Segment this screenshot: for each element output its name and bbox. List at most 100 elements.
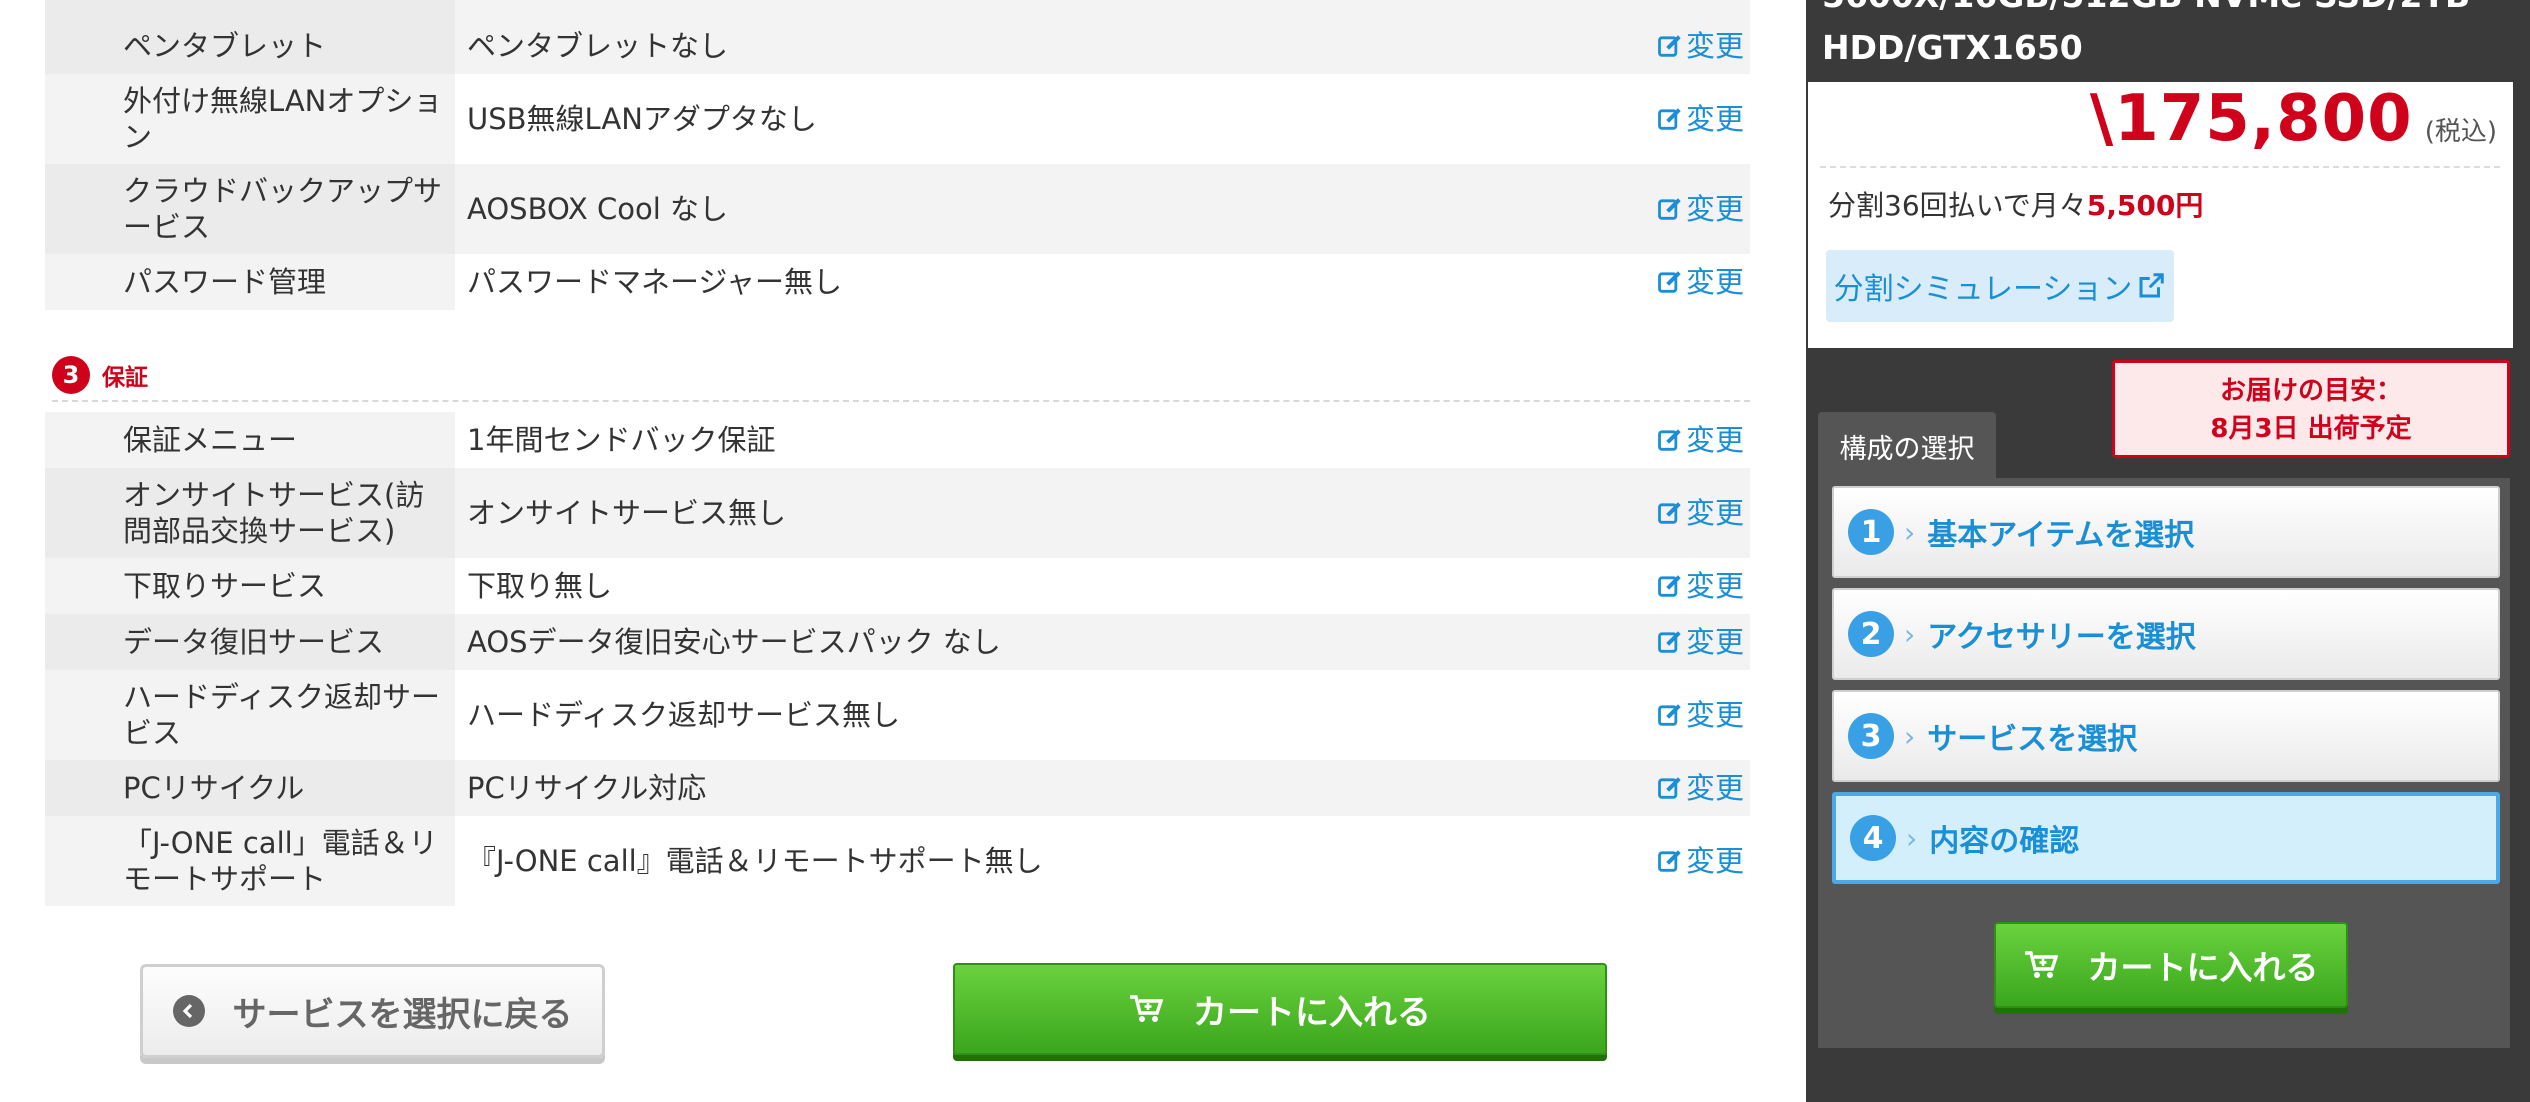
section-number-badge: 3 [52,356,90,394]
installment-simulation-button[interactable]: 分割シミュレーション [1826,250,2174,322]
chevron-right-icon: › [1904,719,1916,753]
edit-icon [1658,198,1681,220]
step-services[interactable]: 3 › サービスを選択 [1832,690,2500,782]
edit-link[interactable]: 変更 [1650,164,1750,254]
table-row: パスワード管理 パスワードマネージャー無し 変更 [45,254,1750,310]
edit-link[interactable]: 変更 [1650,670,1750,760]
configuration-summary: ペンタブレット ペンタブレットなし 変更 外付け無線LANオプション USB無線… [0,0,1800,1102]
row-value: USB無線LANアダプタなし [467,102,817,136]
section-title: 保証 [102,365,148,391]
table-row-partial [45,0,1750,18]
table-row: 下取りサービス 下取り無し 変更 [45,558,1750,614]
chevron-right-icon: › [1904,515,1916,549]
row-value: 下取り無し [467,569,613,603]
cart-icon [1130,995,1163,1022]
step-number: 3 [1848,713,1894,759]
sidebar-footer [1806,1048,2530,1102]
installment-amount: 5,500円 [2086,189,2204,222]
row-label: 下取りサービス [45,558,455,614]
delivery-label: お届けの目安： [2219,376,2402,406]
sidebar-add-to-cart-button[interactable]: カートに入れる [1994,922,2348,1008]
software-table: ペンタブレット ペンタブレットなし 変更 外付け無線LANオプション USB無線… [45,0,1750,310]
row-value: ペンタブレットなし [455,18,1650,74]
table-row: ペンタブレット ペンタブレットなし 変更 [45,18,1750,74]
row-label: 外付け無線LANオプション [45,74,455,164]
steps-panel: 1 › 基本アイテムを選択 2 › アクセサリーを選択 3 › サービスを選択 … [1818,478,2510,1048]
step-number: 2 [1848,611,1894,657]
row-label: データ復旧サービス [45,614,455,670]
step-number: 1 [1848,509,1894,555]
row-label: ペンタブレット [45,18,455,74]
edit-link[interactable]: 変更 [1650,412,1750,468]
tax-note: (税込) [2424,117,2497,147]
edit-icon [1658,108,1681,130]
edit-link[interactable]: 変更 [1650,74,1750,164]
chevron-right-icon: › [1906,821,1918,855]
table-row: PCリサイクル PCリサイクル対応 変更 [45,760,1750,816]
step-basic-items[interactable]: 1 › 基本アイテムを選択 [1832,486,2500,578]
edit-link[interactable]: 変更 [1650,614,1750,670]
row-label: オンサイトサービス(訪問部品交換サービス) [45,468,455,558]
step-label: アクセサリーを選択 [1927,620,2196,655]
row-value: オンサイトサービス無し [455,468,1650,558]
table-row: 外付け無線LANオプション USB無線LANアダプタなし 変更 [45,74,1750,164]
edit-link[interactable]: 変更 [1650,558,1750,614]
row-label: 「J-ONE call」電話＆リモートサポート [45,816,455,906]
row-label: PCリサイクル [45,760,455,816]
edit-icon [1658,271,1681,293]
price-divider [1820,166,2500,168]
warranty-table: 保証メニュー 1年間センドバック保証 変更 オンサイトサービス(訪問部品交換サー… [45,412,1750,906]
table-row: クラウドバックアップサービス AOSBOX Cool なし 変更 [45,164,1750,254]
edit-icon [1658,777,1681,799]
step-confirm[interactable]: 4 › 内容の確認 [1832,792,2500,884]
delivery-date: 8月3日 出荷予定 [2210,414,2412,444]
edit-link[interactable]: 変更 [1650,254,1750,310]
edit-icon [1658,429,1681,451]
edit-link[interactable]: 変更 [1650,760,1750,816]
edit-link[interactable]: 変更 [1650,468,1750,558]
table-row: ハードディスク返却サービス ハードディスク返却サービス無し 変更 [45,670,1750,760]
row-label: パスワード管理 [45,254,455,310]
row-value: 1年間センドバック保証 [467,423,776,457]
step-label: 基本アイテムを選択 [1927,518,2195,553]
chevron-right-icon: › [1904,617,1916,651]
edit-link[interactable]: 変更 [1650,18,1750,74]
back-to-services-button[interactable]: サービスを選択に戻る [140,964,605,1058]
row-value: パスワードマネージャー無し [467,265,842,299]
edit-icon [1658,35,1681,57]
price-box: \175,800 (税込) 分割36回払いで月々5,500円 分割シミュレーショ… [1806,82,2513,348]
add-to-cart-button[interactable]: カートに入れる [953,963,1607,1055]
cart-button-label: カートに入れる [2087,948,2319,987]
table-row: データ復旧サービス AOSデータ復旧安心サービスパック なし 変更 [45,614,1750,670]
table-row: オンサイトサービス(訪問部品交換サービス) オンサイトサービス無し 変更 [45,468,1750,558]
step-accessories[interactable]: 2 › アクセサリーを選択 [1832,588,2500,680]
row-label: ハードディスク返却サービス [45,670,455,760]
tab-configuration[interactable]: 構成の選択 [1818,412,1996,480]
row-label: クラウドバックアップサービス [45,164,455,254]
step-label: サービスを選択 [1927,722,2138,757]
step-label: 内容の確認 [1929,824,2080,859]
row-value: 『J-ONE call』電話＆リモートサポート無し [467,844,1043,878]
edit-icon [1658,631,1681,653]
price-amount: \175,800 [2089,82,2413,156]
step-number: 4 [1850,815,1896,861]
row-value: AOSBOX Cool なし [455,164,1650,254]
price: \175,800 (税込) [2090,82,2497,156]
back-button-label: サービスを選択に戻る [232,994,573,1035]
edit-link[interactable]: 変更 [1650,816,1750,906]
row-value: PCリサイクル対応 [455,760,1650,816]
section-heading-warranty: 3 保証 [52,356,148,394]
section-divider [52,400,1750,402]
edit-icon [1658,704,1681,726]
external-link-icon [2139,273,2165,298]
installment-text: 分割36回払いで月々5,500円 [1828,189,2204,222]
table-row: 「J-ONE call」電話＆リモートサポート 『J-ONE call』電話＆リ… [45,816,1750,906]
row-value: ハードディスク返却サービス無し [467,698,900,732]
cart-button-label: カートに入れる [1193,992,1431,1033]
table-row: 保証メニュー 1年間センドバック保証 変更 [45,412,1750,468]
product-title: 5600X/16GB/512GB NVMe SSD/2TB HDD/GTX165… [1822,0,2470,67]
cart-icon [2024,951,2058,978]
edit-icon [1658,502,1681,524]
delivery-estimate: お届けの目安： 8月3日 出荷予定 [2112,360,2510,458]
edit-icon [1658,575,1681,597]
